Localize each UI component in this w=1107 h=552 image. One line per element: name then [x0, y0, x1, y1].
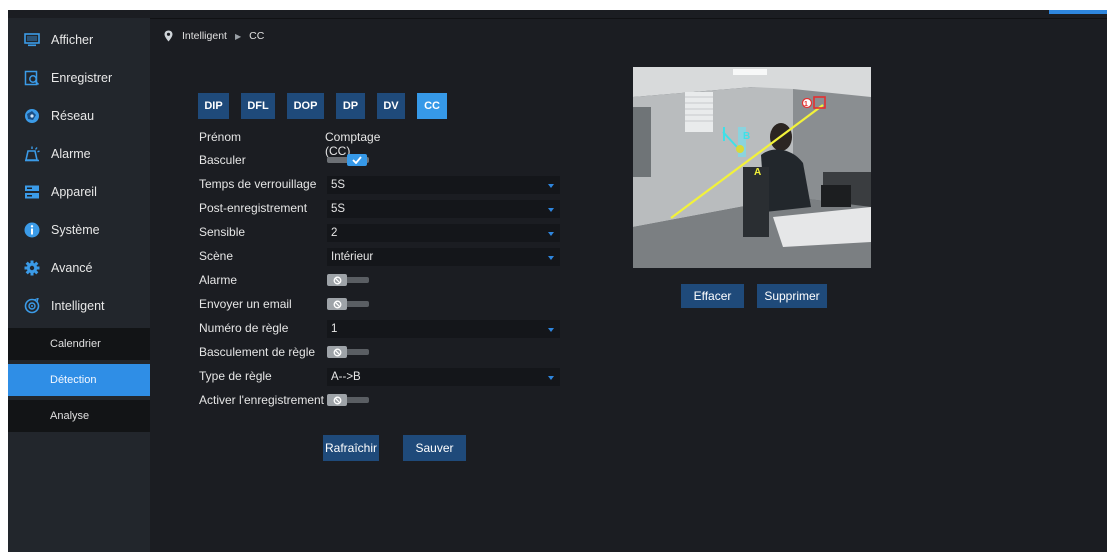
app-window: Afficher Enregistrer Réseau Alarme Appar… [8, 10, 1107, 552]
post-record-value: 5S [331, 203, 346, 215]
refresh-button[interactable]: Rafraîchir [323, 435, 379, 461]
disabled-icon [327, 298, 347, 310]
record-toggle[interactable] [327, 394, 369, 406]
sensitivity-select[interactable]: 2 [327, 224, 560, 242]
chevron-down-icon [548, 208, 554, 212]
line-label-b: B [743, 131, 750, 142]
post-record-label: Post-enregistrement [199, 201, 308, 215]
chevron-down-icon [548, 184, 554, 188]
sensitivity-label: Sensible [199, 225, 246, 239]
rule-type-select[interactable]: A-->B [327, 368, 560, 386]
switch-label: Basculer [199, 153, 246, 167]
tab-dip[interactable]: DIP [198, 93, 229, 119]
clear-button[interactable]: Effacer [681, 284, 744, 308]
sidebar-item-label: Alarme [51, 147, 91, 161]
save-button[interactable]: Sauver [403, 435, 466, 461]
lock-time-select[interactable]: 5S [327, 176, 560, 194]
sidebar-subitem-label: Calendrier [50, 338, 101, 350]
sidebar-subitem-label: Analyse [50, 410, 90, 422]
sidebar-subitem-label: Détection [50, 374, 97, 386]
tab-dfl[interactable]: DFL [241, 93, 275, 119]
breadcrumb-page: CC [249, 30, 265, 42]
line-label-a: A [754, 167, 761, 178]
breadcrumb-section[interactable]: Intelligent [182, 30, 227, 42]
check-icon [347, 154, 367, 166]
post-record-select[interactable]: 5S [327, 200, 560, 218]
lock-time-label: Temps de verrouillage [199, 177, 317, 191]
gear-icon [23, 259, 41, 277]
sidebar-item-label: Avancé [51, 261, 93, 275]
disabled-icon [327, 394, 347, 406]
tab-dop[interactable]: DOP [287, 93, 324, 119]
network-icon [23, 107, 41, 125]
email-label: Envoyer un email [199, 297, 292, 311]
disabled-icon [327, 346, 347, 358]
tab-dp[interactable]: DP [336, 93, 365, 119]
email-toggle[interactable] [327, 298, 369, 310]
sidebar-subitem-analyse[interactable]: Analyse [8, 400, 150, 432]
sidebar-item-label: Appareil [51, 185, 97, 199]
chevron-down-icon [548, 376, 554, 380]
sidebar-subitem-calendrier[interactable]: Calendrier [8, 328, 150, 360]
tab-dv[interactable]: DV [377, 93, 405, 119]
enable-toggle[interactable] [327, 154, 369, 166]
rule-marker-number: 1 [804, 101, 808, 108]
alarm-label: Alarme [199, 273, 238, 287]
sidebar-item-systeme[interactable]: Système [8, 212, 150, 248]
monitor-icon [23, 31, 41, 49]
chevron-down-icon [548, 256, 554, 260]
sidebar-item-alarme[interactable]: Alarme [8, 136, 150, 172]
rule-number-value: 1 [331, 323, 338, 335]
rule-switch-label: Basculement de règle [199, 345, 316, 359]
sidebar-item-intelligent[interactable]: Intelligent [8, 288, 150, 324]
top-accent-bar [1049, 10, 1107, 14]
rule-switch-toggle[interactable] [327, 346, 369, 358]
sidebar-subitem-detection[interactable]: Détection [8, 364, 150, 396]
sidebar-item-label: Intelligent [51, 299, 105, 313]
device-icon [23, 183, 41, 201]
tab-cc[interactable]: CC [417, 93, 447, 119]
location-pin-icon [164, 30, 174, 42]
rule-type-value: A-->B [331, 371, 361, 383]
scene-value: Intérieur [331, 251, 374, 263]
chevron-down-icon [548, 232, 554, 236]
camera-scene: A B 1 [633, 67, 871, 268]
sidebar-item-avance[interactable]: Avancé [8, 250, 150, 286]
sidebar-item-afficher[interactable]: Afficher [8, 22, 150, 58]
name-label: Prénom [199, 130, 242, 144]
sidebar-item-label: Réseau [51, 109, 95, 123]
sidebar-item-enregistrer[interactable]: Enregistrer [8, 60, 150, 96]
sidebar: Afficher Enregistrer Réseau Alarme Appar… [8, 18, 150, 552]
tab-bar: DIP DFL DOP DP DV CC [198, 93, 459, 119]
disabled-icon [327, 274, 347, 286]
sidebar-item-appareil[interactable]: Appareil [8, 174, 150, 210]
sidebar-item-reseau[interactable]: Réseau [8, 98, 150, 134]
sidebar-item-label: Système [51, 223, 100, 237]
chevron-down-icon [548, 328, 554, 332]
breadcrumb: Intelligent ▶ CC [164, 30, 264, 42]
delete-button[interactable]: Supprimer [757, 284, 827, 308]
scene-select[interactable]: Intérieur [327, 248, 560, 266]
lock-time-value: 5S [331, 179, 346, 191]
record-label: Activer l'enregistrement [199, 393, 325, 407]
alarm-icon [23, 145, 41, 163]
breadcrumb-arrow-icon: ▶ [234, 31, 242, 41]
camera-preview[interactable]: A B 1 [633, 67, 871, 268]
rule-type-label: Type de règle [199, 369, 272, 383]
info-icon [23, 221, 41, 239]
alarm-toggle[interactable] [327, 274, 369, 286]
intelligent-icon [23, 297, 41, 315]
scene-label: Scène [199, 249, 234, 263]
rule-number-select[interactable]: 1 [327, 320, 560, 338]
sidebar-item-label: Afficher [51, 33, 94, 47]
rule-number-label: Numéro de règle [199, 321, 289, 335]
sensitivity-value: 2 [331, 227, 338, 239]
divider [150, 18, 1107, 19]
main-panel: Intelligent ▶ CC DIP DFL DOP DP DV CC Pr… [150, 18, 1107, 552]
record-icon [23, 69, 41, 87]
sidebar-item-label: Enregistrer [51, 71, 113, 85]
